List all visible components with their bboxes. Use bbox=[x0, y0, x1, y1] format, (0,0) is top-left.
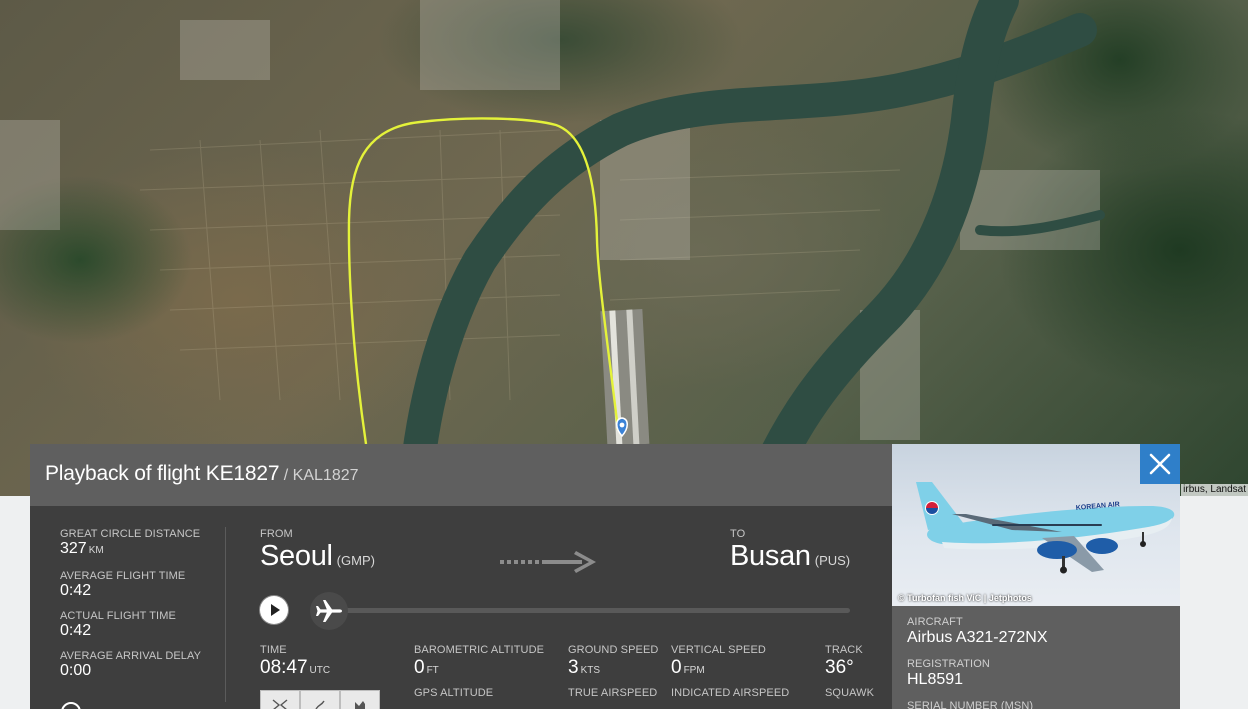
ground-speed-stat: GROUND SPEED 3 KTS bbox=[568, 644, 658, 683]
vertical-speed-stat: VERTICAL SPEED 0 FPM bbox=[671, 644, 766, 683]
photo-credit[interactable]: © Turbofan fish ViC | Jetphotos bbox=[898, 593, 1032, 603]
stat-label: GREAT CIRCLE DISTANCE bbox=[60, 528, 201, 540]
stat-value: 0:00 bbox=[60, 662, 92, 679]
great-circle-distance: GREAT CIRCLE DISTANCE 327 KM bbox=[60, 528, 230, 560]
stat-label: ACTUAL FLIGHT TIME bbox=[60, 610, 176, 622]
map-overlay bbox=[0, 0, 1105, 496]
track-stat: TRACK 36° bbox=[825, 644, 863, 680]
aircraft-type-label: AIRCRAFT bbox=[907, 616, 963, 628]
stat-label: GROUND SPEED bbox=[568, 644, 659, 656]
time-stat: TIME 08:47 UTC bbox=[260, 644, 330, 683]
stat-value: 327 KM bbox=[60, 540, 230, 560]
average-arrival-delay: AVERAGE ARRIVAL DELAY 0:00 bbox=[60, 650, 230, 680]
close-button[interactable] bbox=[1140, 444, 1180, 484]
barometric-altitude-stat: BAROMETRIC ALTITUDE 0 FT bbox=[414, 644, 544, 683]
play-button[interactable] bbox=[260, 596, 288, 624]
stat-value: 0:42 bbox=[60, 582, 92, 599]
close-button-bg bbox=[1140, 444, 1180, 484]
time-unit: UTC bbox=[309, 665, 331, 676]
layer-button-3[interactable] bbox=[340, 690, 380, 709]
flight-summary: GREAT CIRCLE DISTANCE 327 KM AVERAGE FLIG… bbox=[60, 528, 230, 690]
from-label: FROM bbox=[260, 528, 293, 540]
origin-airport: FROM Seoul (GMP) bbox=[260, 528, 375, 573]
route-icon bbox=[315, 700, 325, 709]
satellite-map[interactable]: irbus, Landsat bbox=[0, 0, 1248, 496]
squawk-stat: SQUAWK bbox=[825, 687, 874, 699]
actual-flight-time: ACTUAL FLIGHT TIME 0:42 bbox=[60, 610, 230, 640]
serial-number-label: SERIAL NUMBER (MSN) bbox=[907, 700, 1034, 709]
timeline-handle[interactable] bbox=[310, 592, 348, 630]
registration-label: REGISTRATION bbox=[907, 658, 990, 670]
vertical-speed-unit: FPM bbox=[683, 665, 705, 676]
map-layer-buttons bbox=[260, 690, 380, 709]
close-icon bbox=[1149, 453, 1171, 475]
average-flight-time: AVERAGE FLIGHT TIME 0:42 bbox=[60, 570, 230, 600]
origin-code: (GMP) bbox=[336, 553, 375, 568]
map-attribution: irbus, Landsat bbox=[1181, 484, 1248, 496]
route-arrow-icon bbox=[500, 551, 596, 573]
destination-airport: TO Busan (PUS) bbox=[730, 528, 850, 573]
ground-speed-unit: KTS bbox=[580, 665, 601, 676]
indicated-airspeed-stat: INDICATED AIRSPEED bbox=[671, 687, 789, 699]
layer-button-1[interactable] bbox=[260, 690, 300, 709]
baro-alt-value: 0 bbox=[414, 657, 425, 678]
column-divider bbox=[225, 527, 226, 702]
true-airspeed-stat: TRUE AIRSPEED bbox=[568, 687, 657, 699]
vertical-speed-value: 0 bbox=[671, 657, 682, 678]
ground-speed-value: 3 bbox=[568, 657, 579, 678]
stat-value: 0 FT bbox=[414, 656, 544, 683]
stat-value: 36° bbox=[825, 657, 854, 678]
destination-city[interactable]: Busan bbox=[730, 540, 811, 572]
callsign-label: / KAL1827 bbox=[283, 467, 359, 484]
stat-label: TRACK bbox=[825, 644, 863, 656]
stat-label: BAROMETRIC ALTITUDE bbox=[414, 644, 545, 656]
stat-value: 0 FPM bbox=[671, 656, 766, 683]
stat-label: VERTICAL SPEED bbox=[671, 644, 766, 656]
stat-label: TIME bbox=[260, 644, 287, 656]
playback-panel: Playback of flight KE1827 / KAL1827 GREA… bbox=[30, 444, 892, 709]
stat-label: AVERAGE FLIGHT TIME bbox=[60, 570, 186, 582]
gps-altitude-stat: GPS ALTITUDE bbox=[414, 687, 493, 699]
stat-label: TRUE AIRSPEED bbox=[568, 687, 658, 699]
registration-value[interactable]: HL8591 bbox=[907, 670, 1048, 690]
destination-code: (PUS) bbox=[814, 553, 851, 568]
aircraft-illustration: KOREAN AIR bbox=[916, 482, 1175, 574]
baro-alt-unit: FT bbox=[426, 665, 439, 676]
stat-label: SQUAWK bbox=[825, 687, 875, 699]
timeline-slider[interactable] bbox=[328, 608, 850, 613]
logo-icon bbox=[61, 702, 81, 709]
stat-label: AVERAGE ARRIVAL DELAY bbox=[60, 650, 202, 662]
play-icon bbox=[271, 604, 280, 616]
aircraft-info: AIRCRAFT Airbus A321-272NX REGISTRATION … bbox=[907, 616, 1048, 709]
chart-icon bbox=[355, 701, 365, 709]
stat-value: 0:42 bbox=[60, 622, 92, 639]
stat-label: INDICATED AIRSPEED bbox=[671, 687, 790, 699]
stat-label: GPS ALTITUDE bbox=[414, 687, 494, 699]
stat-value: 08:47 UTC bbox=[260, 656, 330, 683]
aircraft-photo[interactable]: KOREAN AIR © Turbofan fish ViC | Jetphot… bbox=[892, 444, 1180, 606]
panel-header: Playback of flight KE1827 / KAL1827 bbox=[30, 444, 892, 506]
arrows-icon bbox=[272, 699, 288, 709]
distance-value: 327 bbox=[60, 540, 87, 557]
layer-button-2[interactable] bbox=[300, 690, 340, 709]
stat-value: 3 KTS bbox=[568, 656, 658, 683]
aircraft-type-value: Airbus A321-272NX bbox=[907, 629, 1048, 646]
airplane-icon bbox=[316, 600, 342, 622]
distance-unit: KM bbox=[88, 545, 104, 556]
to-label: TO bbox=[730, 528, 746, 540]
time-value: 08:47 bbox=[260, 657, 308, 678]
origin-city[interactable]: Seoul bbox=[260, 540, 333, 572]
page-title: Playback of flight KE1827 bbox=[45, 462, 280, 485]
aircraft-panel: KOREAN AIR © Turbofan fish ViC | Jetphot… bbox=[892, 444, 1180, 709]
